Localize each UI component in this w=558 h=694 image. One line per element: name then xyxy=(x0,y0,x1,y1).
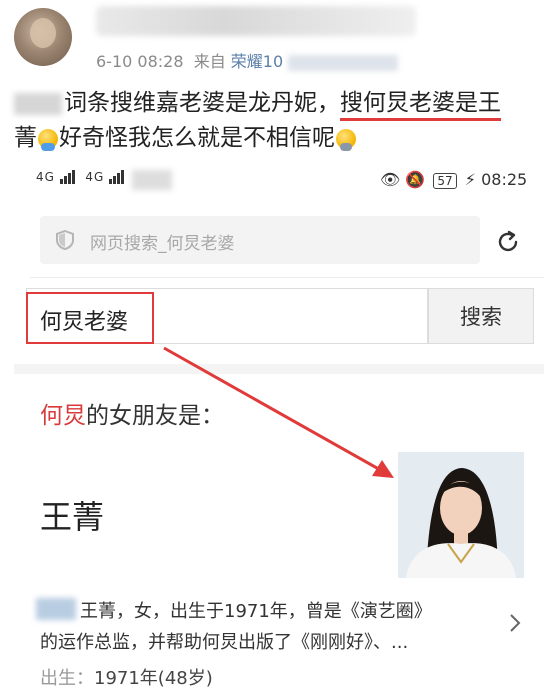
emoji-sweat-icon xyxy=(336,128,356,151)
eye-icon: 👁 xyxy=(380,170,401,189)
description-line-1[interactable]: 王菁，女，出生于1971年，曾是《演艺圈》 xyxy=(80,597,432,623)
battery-icon: 57 xyxy=(433,173,457,189)
description-line-2[interactable]: 的运作总监，并帮助何炅出版了《刚刚好》、... xyxy=(40,628,408,654)
username-redacted xyxy=(96,6,416,36)
person-photo[interactable] xyxy=(398,452,524,578)
underlined-text: 搜何炅老婆是王 xyxy=(340,90,501,121)
status-redacted xyxy=(132,170,172,190)
chevron-right-icon[interactable] xyxy=(508,612,522,634)
status-time: 08:25 xyxy=(481,170,528,189)
emoji-hug-icon xyxy=(38,128,58,151)
reload-icon[interactable] xyxy=(494,228,522,256)
post-text-line-2: 菁好奇怪我怎么就是不相信呢 xyxy=(14,121,357,156)
answer-name[interactable]: 王菁 xyxy=(40,492,104,538)
signal-indicators: 4G 4G xyxy=(36,170,125,184)
search-button[interactable]: 搜索 xyxy=(428,288,534,344)
post-time: 6-10 08:28 xyxy=(96,52,184,71)
redacted-text xyxy=(14,92,62,115)
post-text-line-1: 词条搜维嘉老婆是龙丹妮，搜何炅老婆是王 xyxy=(14,86,501,121)
result-title: 何炅的女朋友是： xyxy=(40,403,224,429)
status-right: 👁 🔕 57 ⚡ 08:25 xyxy=(380,170,527,189)
section-divider xyxy=(14,364,544,374)
post-meta: 6-10 08:28 来自 荣耀10 xyxy=(96,48,399,72)
divider xyxy=(30,277,544,278)
shield-icon xyxy=(56,229,74,251)
charging-icon: ⚡ xyxy=(464,170,477,189)
avatar[interactable] xyxy=(14,8,72,66)
address-text[interactable]: 网页搜索_何炅老婆 xyxy=(90,229,235,254)
redacted-icon xyxy=(36,598,76,620)
mute-icon: 🔕 xyxy=(405,170,426,189)
birth-info: 出生：1971年(48岁) xyxy=(40,668,213,689)
post-source[interactable]: 荣耀10 xyxy=(231,52,283,71)
red-highlight-box xyxy=(26,292,154,344)
post-from: 来自 xyxy=(193,52,226,71)
